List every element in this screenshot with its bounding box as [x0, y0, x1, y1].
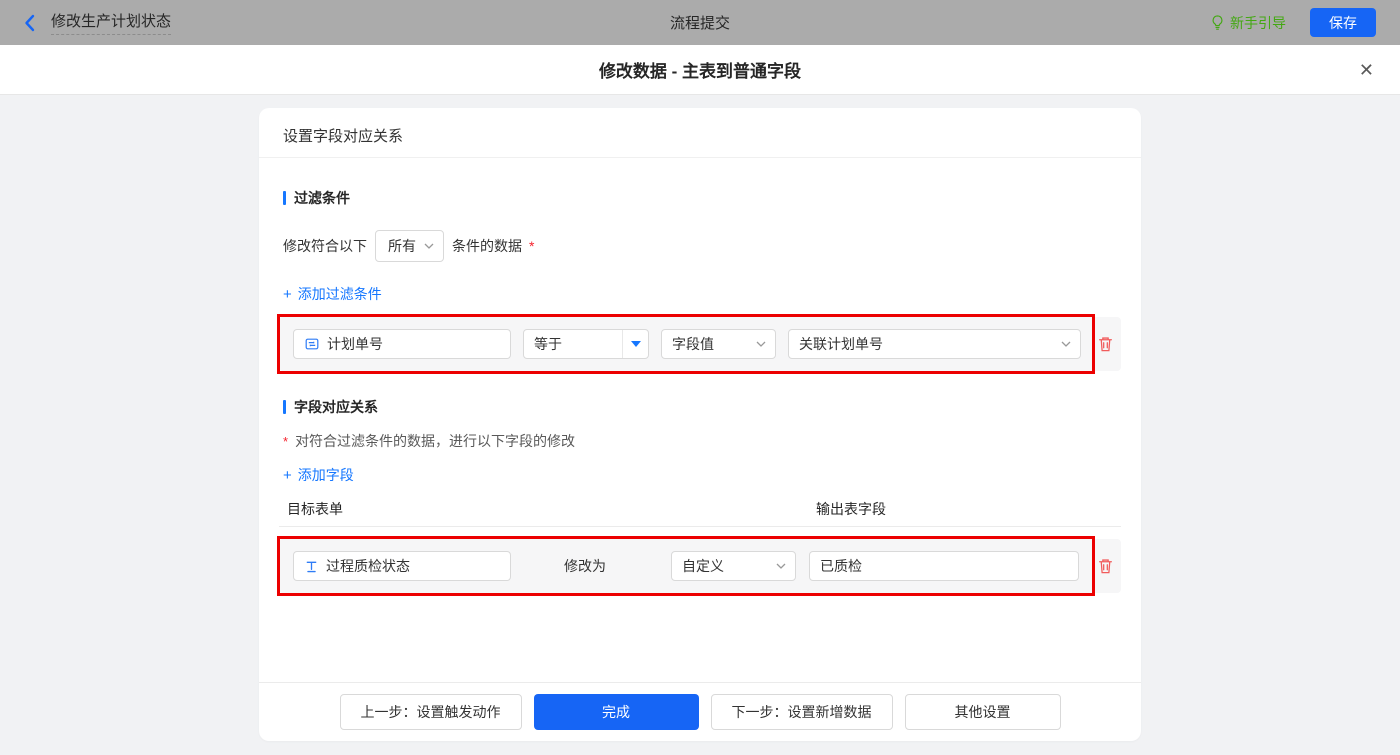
add-filter-condition-label: 添加过滤条件 — [298, 284, 382, 304]
text-field-icon — [304, 559, 319, 574]
back-chevron-icon — [24, 14, 35, 32]
plus-icon: + — [283, 468, 292, 483]
mapping-description: * 对符合过滤条件的数据，进行以下字段的修改 — [283, 431, 1117, 451]
other-settings-button[interactable]: 其他设置 — [905, 694, 1061, 730]
flow-type-label: 流程提交 — [0, 12, 1400, 33]
required-asterisk: * — [283, 434, 288, 449]
sentence-suffix: 条件的数据 — [452, 236, 522, 256]
operator-value: 等于 — [534, 334, 562, 354]
section-marker — [283, 400, 286, 414]
done-button[interactable]: 完成 — [534, 694, 699, 730]
caret-down-filled-icon — [622, 330, 649, 358]
delete-mapping-row-button[interactable] — [1097, 558, 1114, 575]
back-button[interactable] — [24, 14, 35, 32]
chevron-down-icon — [756, 341, 766, 347]
modify-to-label: 修改为 — [564, 556, 606, 576]
field-mapping-row: 过程质检状态 修改为 自定义 — [279, 539, 1121, 593]
target-form-header: 目标表单 — [287, 499, 343, 519]
beginner-guide-button[interactable]: 新手引导 — [1210, 13, 1286, 33]
filter-field-picker[interactable]: 计划单号 — [293, 329, 511, 359]
modify-value-type-select[interactable]: 自定义 — [671, 551, 796, 581]
chevron-down-icon — [424, 243, 434, 249]
mapping-section-title: 字段对应关系 — [283, 397, 1117, 417]
custom-value-field — [809, 551, 1079, 581]
required-asterisk: * — [529, 238, 534, 254]
operator-select[interactable]: 等于 — [523, 329, 649, 359]
modal-title: 修改数据 - 主表到普通字段 — [599, 57, 801, 82]
card-footer: 上一步：设置触发动作 完成 下一步：设置新增数据 其他设置 — [259, 682, 1141, 741]
modal-header: 修改数据 - 主表到普通字段 ✕ — [0, 45, 1400, 95]
trash-icon — [1097, 336, 1114, 353]
target-field-value: 过程质检状态 — [326, 556, 410, 576]
serial-number-field-icon — [304, 336, 320, 352]
match-type-select[interactable]: 所有 — [375, 230, 444, 262]
settings-card: 设置字段对应关系 过滤条件 修改符合以下 所有 条件的数据 * + — [259, 108, 1141, 741]
modify-value-type-value: 自定义 — [682, 556, 724, 576]
custom-value-input[interactable] — [820, 558, 1068, 574]
workflow-title[interactable]: 修改生产计划状态 — [51, 10, 171, 35]
filter-field-value: 计划单号 — [327, 334, 383, 354]
match-type-value: 所有 — [388, 236, 416, 256]
close-icon[interactable]: ✕ — [1359, 61, 1374, 79]
value-field-value: 关联计划单号 — [799, 334, 883, 354]
save-button[interactable]: 保存 — [1310, 8, 1376, 37]
target-field-picker[interactable]: 过程质检状态 — [293, 551, 511, 581]
value-type-select[interactable]: 字段值 — [661, 329, 776, 359]
next-step-button[interactable]: 下一步：设置新增数据 — [711, 694, 893, 730]
modal-body: 设置字段对应关系 过滤条件 修改符合以下 所有 条件的数据 * + — [0, 108, 1400, 755]
lightbulb-icon — [1210, 14, 1225, 31]
top-bar: 修改生产计划状态 流程提交 新手引导 保存 — [0, 0, 1400, 45]
delete-filter-row-button[interactable] — [1097, 336, 1114, 353]
add-field-link[interactable]: + 添加字段 — [283, 465, 354, 485]
filter-condition-sentence: 修改符合以下 所有 条件的数据 * — [283, 230, 1117, 262]
output-field-header: 输出表字段 — [816, 499, 886, 519]
value-type-value: 字段值 — [672, 334, 714, 354]
section-marker — [283, 191, 286, 205]
filter-condition-row: 计划单号 等于 字段值 关联计划单号 — [279, 317, 1121, 371]
trash-icon — [1097, 558, 1114, 575]
chevron-down-icon — [1061, 341, 1071, 347]
prev-step-button[interactable]: 上一步：设置触发动作 — [340, 694, 522, 730]
sentence-prefix: 修改符合以下 — [283, 236, 367, 256]
beginner-guide-label: 新手引导 — [1230, 13, 1286, 33]
value-field-select[interactable]: 关联计划单号 — [788, 329, 1081, 359]
plus-icon: + — [283, 287, 292, 302]
card-title: 设置字段对应关系 — [259, 108, 1141, 158]
add-filter-condition-link[interactable]: + 添加过滤条件 — [283, 284, 382, 304]
filter-section-title: 过滤条件 — [283, 188, 1117, 208]
mapping-column-headers: 目标表单 输出表字段 — [279, 499, 1121, 527]
add-field-label: 添加字段 — [298, 465, 354, 485]
chevron-down-icon — [776, 563, 786, 569]
